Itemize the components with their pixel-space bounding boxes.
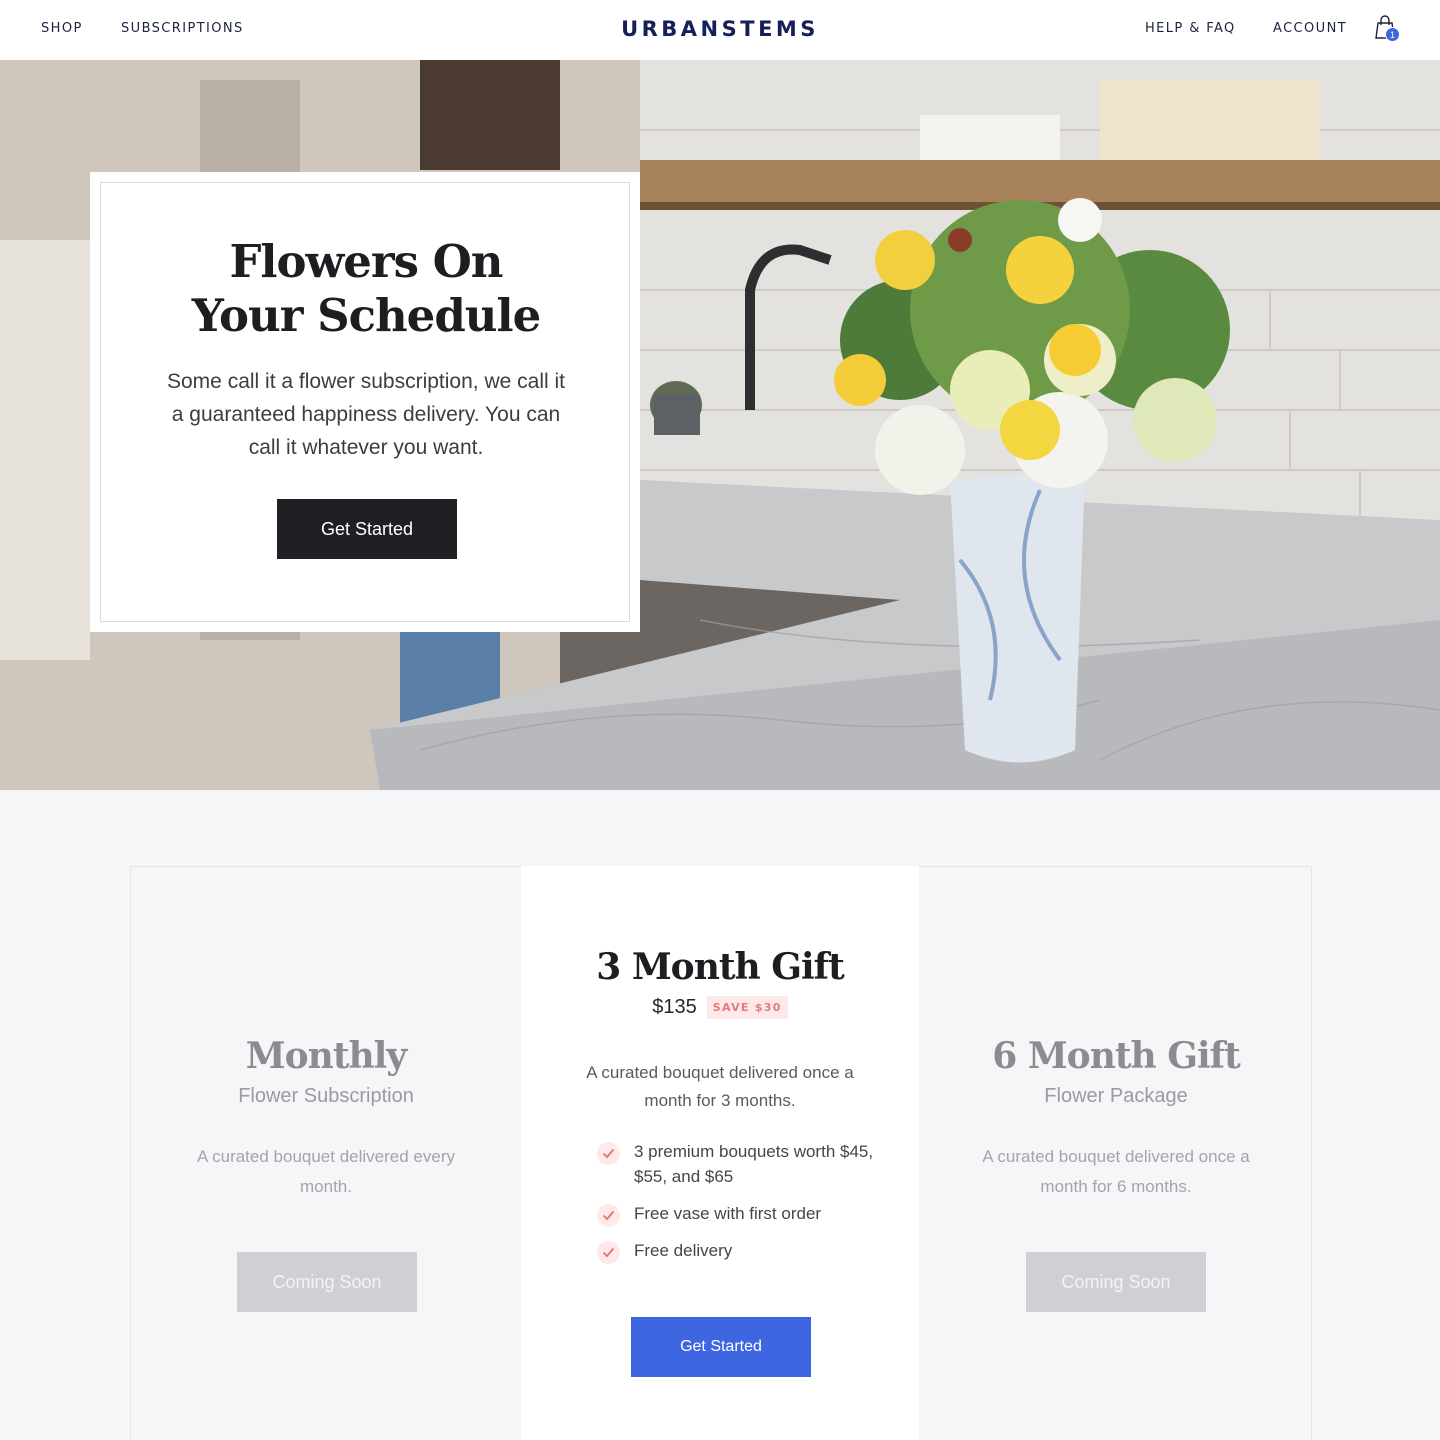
hero-get-started-button[interactable]: Get Started <box>277 499 457 559</box>
hero-title: Flowers On Your Schedule <box>101 235 631 343</box>
check-icon <box>597 1241 620 1264</box>
feature-item: Free vase with first order <box>597 1201 887 1227</box>
plan-subtitle: Flower Subscription <box>238 1085 414 1107</box>
coming-soon-button: Coming Soon <box>237 1252 417 1312</box>
plan-card-3-month-gift: 3 Month Gift $135 SAVE $30 A curated bou… <box>521 866 919 1440</box>
save-badge: SAVE $30 <box>706 996 788 1019</box>
plan-get-started-button[interactable]: Get Started <box>631 1317 811 1377</box>
nav-help-faq[interactable]: HELP & FAQ <box>1145 21 1236 36</box>
coming-soon-button: Coming Soon <box>1026 1252 1206 1312</box>
check-icon <box>597 1204 620 1227</box>
nav-account[interactable]: ACCOUNT <box>1273 21 1347 36</box>
plan-price: $135 <box>652 996 697 1018</box>
site-header: SHOP SUBSCRIPTIONS URBANSTEMS HELP & FAQ… <box>0 0 1440 60</box>
plan-description: A curated bouquet delivered every month. <box>196 1147 455 1196</box>
feature-text: Free delivery <box>634 1241 733 1260</box>
plans-section: Monthly Flower Subscription A curated bo… <box>130 866 1312 1440</box>
feature-list: 3 premium bouquets worth $45, $55, and $… <box>597 1139 887 1275</box>
plan-description: A curated bouquet delivered once a month… <box>982 1147 1250 1196</box>
plan-description: A curated bouquet delivered once a month… <box>586 1063 854 1110</box>
cart-button[interactable]: 1 <box>1374 15 1400 43</box>
hero-description: Some call it a flower subscription, we c… <box>167 370 565 459</box>
feature-text: Free vase with first order <box>634 1204 822 1223</box>
price-row: $135 SAVE $30 <box>521 996 919 1019</box>
plan-name: 3 Month Gift <box>596 946 845 988</box>
plan-subtitle: Flower Package <box>1044 1085 1188 1107</box>
hero-title-line-1: Flowers On <box>229 235 503 288</box>
plan-name: Monthly <box>245 1035 407 1077</box>
hero-title-line-2: Your Schedule <box>191 289 541 342</box>
feature-item: Free delivery <box>597 1238 887 1264</box>
plan-card-6-month-gift: 6 Month Gift Flower Package A curated bo… <box>919 867 1313 1440</box>
plan-name: 6 Month Gift <box>992 1035 1241 1077</box>
check-icon <box>597 1142 620 1165</box>
hero-section: Flowers On Your Schedule Some call it a … <box>0 60 1440 790</box>
feature-text: 3 premium bouquets worth $45, $55, and $… <box>634 1142 874 1186</box>
plan-card-monthly: Monthly Flower Subscription A curated bo… <box>131 867 521 1440</box>
feature-item: 3 premium bouquets worth $45, $55, and $… <box>597 1139 887 1189</box>
cart-count-badge: 1 <box>1385 27 1400 42</box>
hero-card-border: Flowers On Your Schedule Some call it a … <box>100 182 630 622</box>
hero-card: Flowers On Your Schedule Some call it a … <box>90 172 640 632</box>
